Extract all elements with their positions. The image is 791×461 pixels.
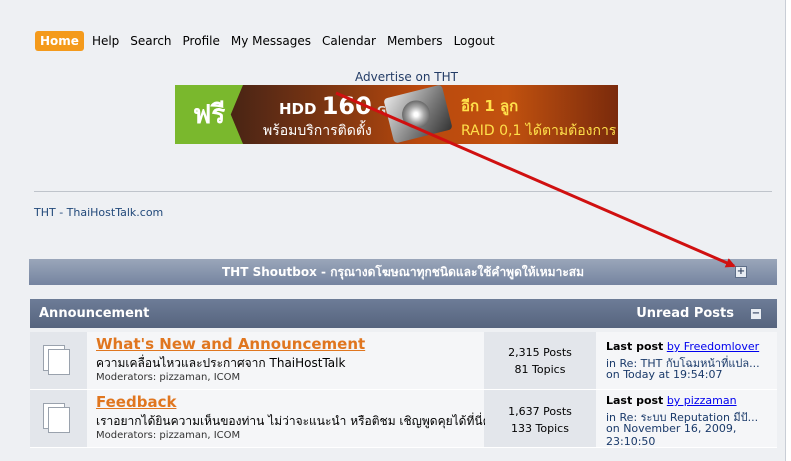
main-nav: Home Help Search Profile My Messages Cal… xyxy=(35,31,506,51)
forum-icon-cell xyxy=(30,390,86,447)
forum-title-link[interactable]: Feedback xyxy=(96,393,176,411)
ad-setup-text: พร้อมบริการติดตั้ง xyxy=(263,123,372,139)
right-gutter xyxy=(786,0,791,461)
nav-calendar[interactable]: Calendar xyxy=(322,32,376,50)
shoutbox-header: THT Shoutbox - กรุณางดโฆษณาทุกชนิดและใช้… xyxy=(29,259,777,285)
unread-posts-link[interactable]: Unread Posts xyxy=(636,306,734,321)
last-post-label: Last post xyxy=(606,394,664,407)
forum-title-link[interactable]: What's New and Announcement xyxy=(96,335,365,353)
advertise-label: Advertise on THT xyxy=(355,70,458,84)
ad-banner[interactable]: ฟรี HDD 160 GB พร้อมบริการติดตั้ง อีก 1 … xyxy=(175,85,618,144)
ad-hdd-size: 160 xyxy=(321,92,372,120)
forum-read-icon xyxy=(43,403,70,433)
announcement-collapse-icon[interactable]: − xyxy=(750,308,762,320)
forum-last-post: Last post by pizzaman in Re: ระบบ Reputa… xyxy=(596,390,777,448)
ad-more-text: อีก 1 ลูก xyxy=(461,97,519,115)
nav-home[interactable]: Home xyxy=(35,31,84,51)
forum-post-count: 2,315 Posts xyxy=(508,346,572,359)
last-post-author[interactable]: by pizzaman xyxy=(667,394,737,407)
announcement-title: Announcement xyxy=(39,306,150,321)
forum-main-cell: What's New and Announcement ความเคลื่อนไ… xyxy=(87,332,484,389)
last-post-date: on Today at 19:54:07 xyxy=(606,368,723,381)
forum-read-icon xyxy=(43,345,70,375)
forum-icon-cell xyxy=(30,332,86,389)
forum-moderators: Moderators: pizzaman, ICOM xyxy=(96,372,241,383)
forum-main-cell: Feedback เราอยากได้ยินความเห็นของท่าน ไม… xyxy=(87,390,505,447)
shoutbox-title: THT Shoutbox - กรุณางดโฆษณาทุกชนิดและใช้… xyxy=(221,264,584,279)
ad-free-badge: ฟรี xyxy=(175,85,243,144)
nav-search[interactable]: Search xyxy=(130,32,171,50)
last-post-date: on November 16, 2009, xyxy=(606,422,737,435)
ad-hdd-text: HDD 160 GB xyxy=(279,92,394,120)
ad-hdd-label: HDD xyxy=(279,100,317,118)
forum-post-count: 1,637 Posts xyxy=(508,405,572,418)
nav-logout[interactable]: Logout xyxy=(454,32,495,50)
forum-description: ความเคลื่อนไหวและประกาศจาก ThaiHostTalk xyxy=(96,356,346,370)
announcement-header: Announcement Unread Posts − xyxy=(30,299,777,328)
forum-row: Feedback เราอยากได้ยินความเห็นของท่าน ไม… xyxy=(30,390,777,448)
last-post-label: Last post xyxy=(606,340,664,353)
nav-my-messages[interactable]: My Messages xyxy=(231,32,311,50)
last-post-by-line: Last post by pizzaman xyxy=(606,394,737,407)
forum-stats: 2,315 Posts 81 Topics xyxy=(485,332,595,389)
shoutbox-expand-icon[interactable]: + xyxy=(735,266,747,278)
forum-topic-count: 133 Topics xyxy=(511,422,569,435)
forum-description: เราอยากได้ยินความเห็นของท่าน ไม่ว่าจะแนะ… xyxy=(96,414,505,428)
forum-moderators: Moderators: pizzaman, ICOM xyxy=(96,430,241,441)
last-post-author[interactable]: by Freedomlover xyxy=(667,340,759,353)
nav-profile[interactable]: Profile xyxy=(183,32,220,50)
forum-last-post: Last post by Freedomlover in Re: THT กับ… xyxy=(596,332,777,389)
divider xyxy=(34,191,772,192)
last-post-time: 23:10:50 xyxy=(606,435,656,448)
last-post-by-line: Last post by Freedomlover xyxy=(606,340,759,353)
forum-row: What's New and Announcement ความเคลื่อนไ… xyxy=(30,332,777,390)
nav-members[interactable]: Members xyxy=(387,32,443,50)
nav-help[interactable]: Help xyxy=(92,32,119,50)
forum-topic-count: 81 Topics xyxy=(514,363,566,376)
ad-raid-text: RAID 0,1 ได้ตามต้องการ xyxy=(461,123,617,139)
forum-stats: 1,637 Posts 133 Topics xyxy=(485,390,595,447)
site-breadcrumb-link[interactable]: THT - ThaiHostTalk.com xyxy=(34,206,163,219)
